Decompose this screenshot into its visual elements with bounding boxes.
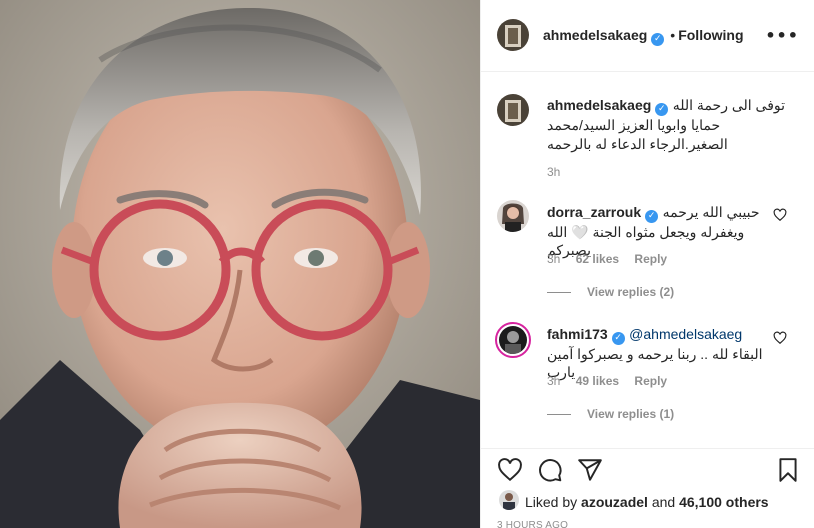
comment-meta: 3h 62 likes Reply <box>547 252 667 266</box>
like-comment-heart-icon[interactable] <box>773 331 787 345</box>
view-replies-label: View replies (2) <box>587 285 675 299</box>
comment-likes[interactable]: 49 likes <box>576 374 619 388</box>
caption-avatar[interactable] <box>497 94 529 126</box>
caption: ahmedelsakaeg ✓ توفى الى رحمة الله حمايا … <box>547 96 787 154</box>
portrait-image <box>0 0 480 528</box>
caption-time[interactable]: 3h <box>547 165 560 179</box>
liker-username[interactable]: azouzadel <box>581 494 648 510</box>
action-bar <box>481 448 814 528</box>
comment-likes[interactable]: 62 likes <box>576 252 619 266</box>
separator-dot: • <box>670 27 676 43</box>
header-identity: ahmedelsakaeg ✓ • Following <box>543 27 744 46</box>
instagram-post: ahmedelsakaeg ✓ • Following ••• ahmedelsaka… <box>0 0 814 528</box>
comment-time[interactable]: 3h <box>547 374 560 388</box>
commenter-username[interactable]: fahmi173 <box>547 326 608 342</box>
commenter-username[interactable]: dorra_zarrouk <box>547 204 641 220</box>
reply-button[interactable]: Reply <box>634 374 667 388</box>
author-avatar[interactable] <box>497 19 529 51</box>
post-side-panel: ahmedelsakaeg ✓ • Following ••• ahmedelsaka… <box>480 0 814 528</box>
likes-count-link[interactable]: 46,100 others <box>679 494 769 510</box>
verified-badge-icon: ✓ <box>611 332 625 345</box>
share-icon[interactable] <box>577 457 603 483</box>
comment-meta: 3h 49 likes Reply <box>547 374 667 388</box>
author-username[interactable]: ahmedelsakaeg <box>543 27 647 43</box>
verified-badge-icon: ✓ <box>655 103 669 116</box>
more-horizontal-icon[interactable]: ••• <box>765 26 799 45</box>
commenter-avatar[interactable] <box>495 322 531 358</box>
post-time-ago[interactable]: 3 HOURS AGO <box>497 520 568 528</box>
comment-2: fahmi173 ✓ @ahmedelsakaeg البقاء لله .. ر… <box>547 325 767 381</box>
view-replies-label: View replies (1) <box>587 407 675 421</box>
comment-1: dorra_zarrouk ✓ حبيبي الله يرحمه ويغفرله … <box>547 203 767 259</box>
comment-time[interactable]: 3h <box>547 252 560 266</box>
post-header: ahmedelsakaeg ✓ • Following ••• <box>481 0 814 72</box>
comment-text-line1: حبيبي الله يرحمه <box>662 204 760 220</box>
like-comment-heart-icon[interactable] <box>773 208 787 222</box>
view-replies-button[interactable]: View replies (1) <box>547 407 674 421</box>
verified-badge-icon: ✓ <box>651 33 665 46</box>
divider-line <box>547 414 571 416</box>
comment-icon[interactable] <box>537 457 563 483</box>
likes-summary: Liked by azouzadel and 46,100 others <box>525 494 769 510</box>
comment-mention[interactable]: @ahmedelsakaeg <box>629 326 742 342</box>
likes-prefix: Liked by <box>525 494 578 510</box>
divider-line <box>547 292 571 294</box>
likes-middle: and <box>651 494 676 510</box>
liker-avatar[interactable] <box>499 490 519 510</box>
view-replies-button[interactable]: View replies (2) <box>547 285 674 299</box>
caption-username[interactable]: ahmedelsakaeg <box>547 97 651 113</box>
following-button[interactable]: Following <box>678 27 743 43</box>
reply-button[interactable]: Reply <box>634 252 667 266</box>
commenter-avatar[interactable] <box>497 200 529 232</box>
post-photo[interactable] <box>0 0 480 528</box>
verified-badge-icon: ✓ <box>645 210 659 223</box>
bookmark-icon[interactable] <box>775 457 801 483</box>
heart-icon[interactable] <box>497 457 523 483</box>
